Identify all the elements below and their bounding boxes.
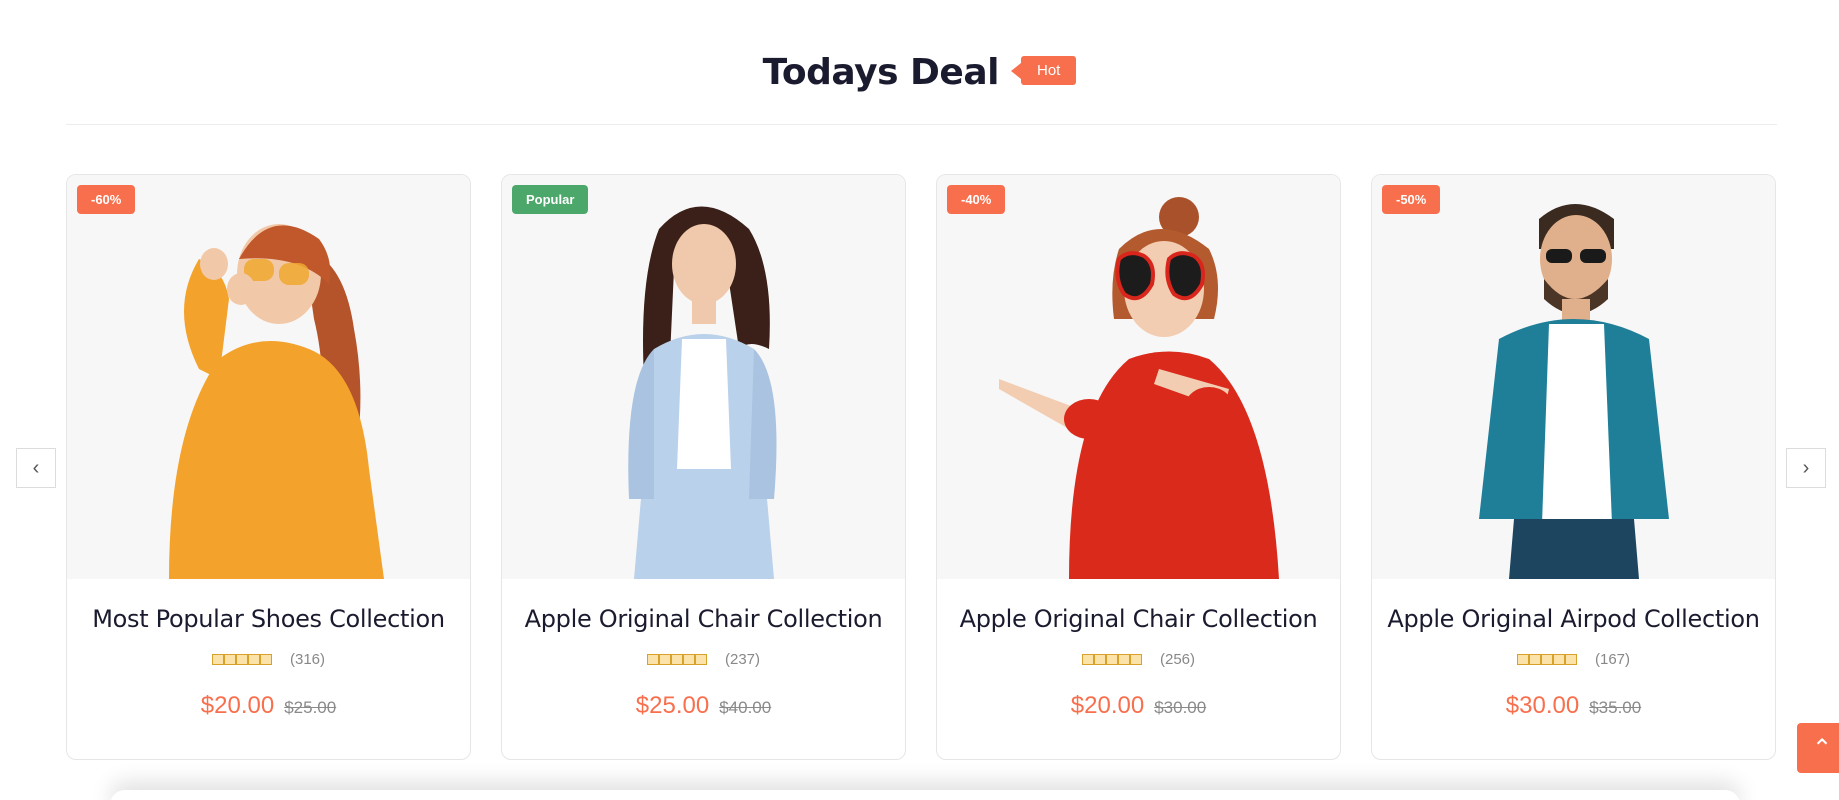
star-icon bbox=[646, 654, 659, 665]
star-icon bbox=[682, 654, 695, 665]
star-icon bbox=[1552, 654, 1565, 665]
star-icon bbox=[1516, 654, 1529, 665]
product-card[interactable]: -50% Apple Original Airpod Collection (1… bbox=[1371, 174, 1776, 760]
star-icon bbox=[1081, 654, 1094, 665]
review-count: (316) bbox=[289, 651, 326, 668]
star-icon bbox=[658, 654, 671, 665]
star-icon bbox=[235, 654, 248, 665]
star-icon bbox=[1564, 654, 1577, 665]
star-icon bbox=[1117, 654, 1130, 665]
chevron-up-icon: ⌃ bbox=[1811, 734, 1833, 762]
section-title: Todays Deal bbox=[762, 52, 1000, 93]
product-image[interactable]: -60% bbox=[67, 175, 470, 579]
section-header: Todays Deal Hot bbox=[0, 52, 1839, 93]
product-image[interactable]: -50% bbox=[1372, 175, 1775, 579]
discount-badge: -60% bbox=[77, 185, 136, 214]
product-name[interactable]: Most Popular Shoes Collection bbox=[67, 605, 470, 633]
scroll-to-top-button[interactable]: ⌃ bbox=[1797, 723, 1839, 773]
woman-red-sweater-image bbox=[998, 197, 1279, 579]
star-icon bbox=[1093, 654, 1106, 665]
product-name[interactable]: Apple Original Chair Collection bbox=[937, 605, 1340, 633]
product-card[interactable]: Popular Apple Original Chair Collection … bbox=[501, 174, 906, 760]
price-block: $20.00 $30.00 bbox=[937, 692, 1340, 720]
product-rating: (167) bbox=[1372, 651, 1775, 668]
carousel-next-button[interactable]: › bbox=[1786, 448, 1826, 488]
old-price: $25.00 bbox=[284, 698, 337, 717]
discount-badge: -40% bbox=[947, 185, 1006, 214]
review-count: (167) bbox=[1594, 651, 1631, 668]
review-count: (256) bbox=[1159, 651, 1196, 668]
carousel-prev-button[interactable]: ‹ bbox=[16, 448, 56, 488]
current-price: $25.00 bbox=[635, 692, 710, 719]
star-icon bbox=[223, 654, 236, 665]
product-rating: (256) bbox=[937, 651, 1340, 668]
star-rating bbox=[211, 654, 272, 665]
old-price: $35.00 bbox=[1589, 698, 1642, 717]
old-price: $40.00 bbox=[719, 698, 772, 717]
discount-badge: -50% bbox=[1382, 185, 1441, 214]
star-rating bbox=[1081, 654, 1142, 665]
woman-blue-suit-image bbox=[627, 206, 776, 579]
star-icon bbox=[1105, 654, 1118, 665]
woman-orange-sweater-image bbox=[168, 224, 384, 579]
star-rating bbox=[646, 654, 707, 665]
next-section-edge bbox=[110, 790, 1740, 800]
star-icon bbox=[1528, 654, 1541, 665]
section-divider bbox=[66, 124, 1777, 125]
star-icon bbox=[1129, 654, 1142, 665]
old-price: $30.00 bbox=[1154, 698, 1207, 717]
product-card[interactable]: -40% Apple Original Chair Collection (25… bbox=[936, 174, 1341, 760]
hot-badge: Hot bbox=[1020, 56, 1077, 85]
product-image[interactable]: Popular bbox=[502, 175, 905, 579]
price-block: $25.00 $40.00 bbox=[502, 692, 905, 720]
current-price: $30.00 bbox=[1505, 692, 1580, 719]
star-icon bbox=[247, 654, 260, 665]
price-block: $30.00 $35.00 bbox=[1372, 692, 1775, 720]
chevron-left-icon: ‹ bbox=[32, 456, 40, 479]
product-carousel: -60% Most Popular Shoes Collection (316)… bbox=[66, 174, 1776, 760]
star-icon bbox=[670, 654, 683, 665]
price-block: $20.00 $25.00 bbox=[67, 692, 470, 720]
product-rating: (237) bbox=[502, 651, 905, 668]
product-rating: (316) bbox=[67, 651, 470, 668]
current-price: $20.00 bbox=[1070, 692, 1145, 719]
man-denim-jacket-image bbox=[1478, 204, 1669, 579]
star-icon bbox=[1540, 654, 1553, 665]
star-icon bbox=[259, 654, 272, 665]
current-price: $20.00 bbox=[200, 692, 275, 719]
product-image[interactable]: -40% bbox=[937, 175, 1340, 579]
star-icon bbox=[694, 654, 707, 665]
product-name[interactable]: Apple Original Airpod Collection bbox=[1372, 605, 1775, 633]
chevron-right-icon: › bbox=[1802, 456, 1810, 479]
product-name[interactable]: Apple Original Chair Collection bbox=[502, 605, 905, 633]
star-rating bbox=[1516, 654, 1577, 665]
popular-badge: Popular bbox=[512, 185, 589, 214]
review-count: (237) bbox=[724, 651, 761, 668]
star-icon bbox=[211, 654, 224, 665]
product-card[interactable]: -60% Most Popular Shoes Collection (316)… bbox=[66, 174, 471, 760]
